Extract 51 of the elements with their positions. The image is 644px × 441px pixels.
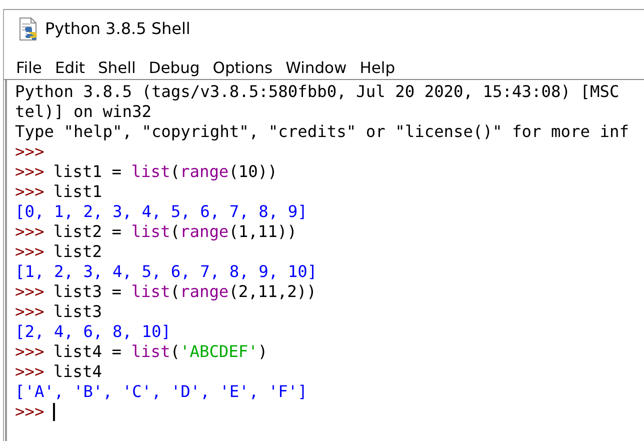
code-text: (1,11)) [228,222,297,242]
menu-item[interactable]: Shell [92,59,143,77]
code-text: 'ABCDEF' [180,342,258,362]
prompt: >>> [15,242,44,262]
menu-item[interactable]: Help [354,59,402,77]
output-text: [2, 4, 6, 8, 10] [15,322,171,342]
text-cursor [53,403,56,421]
output-text: ['A', 'B', 'C', 'D', 'E', 'F'] [15,382,308,402]
code-text: range [180,282,229,302]
code-text: ( [170,282,180,302]
prompt: >>> [15,342,44,362]
menu-item[interactable]: Debug [142,59,207,77]
code-text: list [131,222,170,242]
prompt: >>> [15,162,44,182]
code-text: list4 [53,362,102,382]
python-file-icon [17,16,39,40]
prompt: >>> [15,222,44,242]
output-text: [1, 2, 3, 4, 5, 6, 7, 8, 9, 10] [15,262,318,282]
prompt: >>> [15,362,44,382]
code-text: ( [170,342,180,362]
code-text: list1 [53,182,102,202]
code-text: list1 = [53,162,122,182]
output-text: [0, 1, 2, 3, 4, 5, 6, 7, 8, 9] [15,202,308,222]
output-text: Python 3.8.5 (tags/v3.8.5:580fbb0, Jul 20 2020, 15:43:08) [MSC [15,82,620,102]
code-text: ) [258,342,268,362]
code-text: (2,11,2)) [228,282,316,302]
menu-item[interactable]: Edit [48,59,92,77]
code-text: range [180,162,229,182]
prompt: >>> [15,402,44,422]
code-text: (10)) [228,162,278,182]
menu-item[interactable]: Options [206,59,280,77]
code-text: ( [170,222,180,242]
code-text: list [131,162,170,182]
prompt: >>> [15,182,44,202]
output-text: Type "help", "copyright", "credits" or "license()" for more inf [15,122,629,142]
code-text: list2 [53,242,102,262]
code-text: list [131,342,170,362]
output-text: tel)] on win32 [15,102,152,122]
code-text: ( [170,162,180,182]
menu-item[interactable]: Window [280,59,354,77]
code-text: list3 [53,302,102,322]
code-text: range [180,222,229,242]
window-title: Python 3.8.5 Shell [45,19,190,38]
menu-item[interactable]: File [10,59,49,77]
prompt: >>> [15,302,44,322]
prompt: >>> [15,142,44,162]
code-text: list4 = [53,342,122,362]
code-text: list3 = [53,282,122,302]
prompt: >>> [15,282,44,302]
code-text: list2 = [53,222,122,242]
code-text: list [131,282,170,302]
